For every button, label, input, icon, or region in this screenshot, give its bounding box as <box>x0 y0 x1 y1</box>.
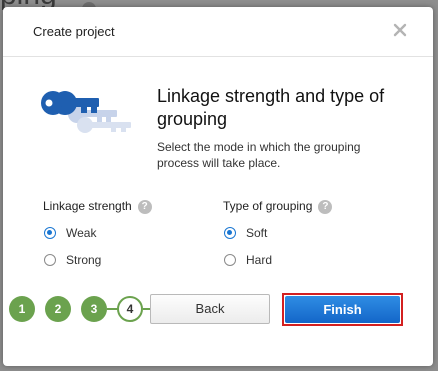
close-button[interactable] <box>391 21 409 39</box>
wizard-step-1[interactable]: 1 <box>9 296 35 322</box>
radio-strong[interactable]: Strong <box>44 253 101 267</box>
wizard-step-2[interactable]: 2 <box>45 296 71 322</box>
radio-strong-label: Strong <box>66 253 102 267</box>
wizard-step-4[interactable]: 4 <box>117 296 143 322</box>
type-of-grouping-label: Type of grouping? <box>223 199 333 214</box>
step-description: Select the mode in which the grouping pr… <box>157 140 361 170</box>
wizard-step-3[interactable]: 3 <box>81 296 107 322</box>
linkage-strength-label: Linkage strength? <box>43 199 152 214</box>
radio-soft[interactable]: Soft <box>224 226 267 240</box>
create-project-dialog: Create project Linkage strength and type… <box>3 7 433 366</box>
radio-weak[interactable]: Weak <box>44 226 96 240</box>
radio-weak-label: Weak <box>66 226 97 240</box>
help-icon[interactable]: ? <box>137 199 152 214</box>
radio-hard-circle[interactable] <box>224 254 236 266</box>
radio-strong-circle[interactable] <box>44 254 56 266</box>
radio-weak-circle[interactable] <box>44 227 56 239</box>
keys-icon <box>41 91 131 133</box>
type-of-grouping-text: Type of grouping <box>223 199 313 213</box>
step-heading: Linkage strength and type of grouping <box>157 86 385 129</box>
radio-hard-label: Hard <box>246 253 273 267</box>
linkage-strength-text: Linkage strength <box>43 199 132 213</box>
dialog-title: Create project <box>33 24 115 39</box>
radio-soft-circle[interactable] <box>224 227 236 239</box>
finish-button[interactable]: Finish <box>285 296 400 323</box>
back-button[interactable]: Back <box>150 294 270 324</box>
radio-soft-label: Soft <box>246 226 268 240</box>
close-icon <box>393 23 407 37</box>
help-icon[interactable]: ? <box>318 199 333 214</box>
dialog-header: Create project <box>3 7 433 57</box>
radio-hard[interactable]: Hard <box>224 253 272 267</box>
